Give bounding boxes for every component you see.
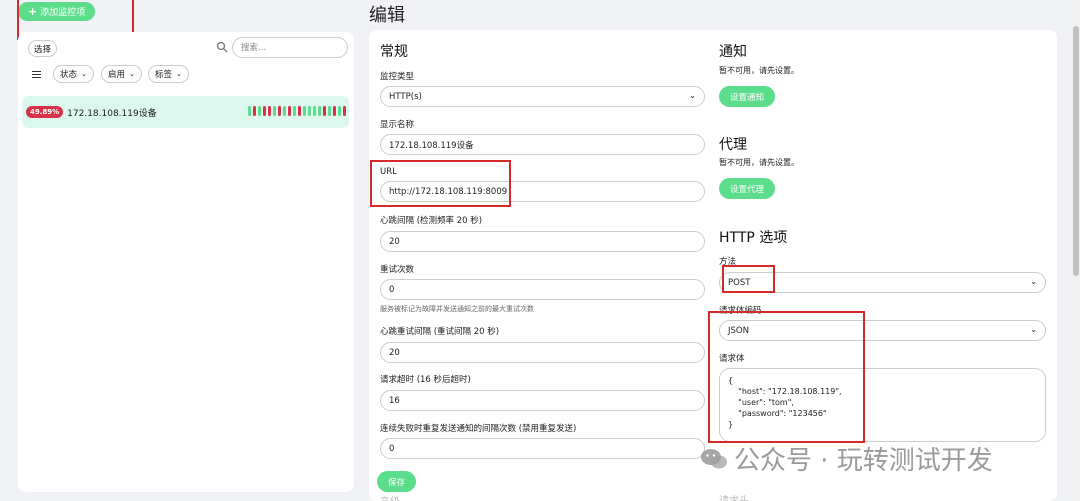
heartbeat-interval-label: 心跳间隔 (检测频率 20 秒): [380, 216, 483, 226]
body-line: "password": "123456": [728, 409, 827, 418]
timeout-label: 请求超时 (16 秒后超时): [380, 375, 471, 385]
wechat-icon: [701, 448, 727, 468]
heartbeat-up: [313, 106, 316, 116]
method-select[interactable]: POST ⌄: [719, 272, 1046, 293]
setup-notification-button[interactable]: 设置通知: [719, 86, 776, 107]
retry-interval-label: 心跳重试间隔 (重试间隔 20 秒): [380, 327, 500, 337]
monitor-name: 172.18.108.119设备: [67, 108, 157, 119]
select-button[interactable]: 选择: [28, 40, 58, 57]
page-scrollbar[interactable]: [1072, 0, 1080, 501]
http-options-title: HTTP 选项: [719, 230, 788, 246]
chevron-down-icon: ⌄: [1030, 325, 1037, 334]
filter-active[interactable]: 启用 ⌄: [101, 65, 142, 83]
body-line: "user": "tom",: [728, 398, 794, 407]
heartbeat-down: [278, 106, 281, 116]
retry-interval-input[interactable]: 20: [380, 342, 705, 363]
filter-tags[interactable]: 标签 ⌄: [148, 65, 189, 83]
heartbeat-up: [248, 106, 251, 116]
chevron-down-icon: ⌄: [689, 91, 696, 100]
body-line: }: [728, 420, 734, 429]
chevron-down-icon: ⌄: [176, 70, 182, 78]
advanced-section-title: 高级: [380, 493, 400, 501]
scrollbar-thumb[interactable]: [1073, 26, 1079, 276]
heartbeat-down: [268, 106, 271, 116]
heartbeat-up: [293, 106, 296, 116]
retries-input[interactable]: 0: [380, 279, 705, 300]
heartbeat-up: [283, 106, 286, 116]
body-textarea[interactable]: { "host": "172.18.108.119", "user": "tom…: [719, 368, 1046, 442]
monitor-type-value: HTTP(s): [389, 91, 422, 102]
retries-hint: 服务被标记为故障并发送通知之前的最大重试次数: [380, 305, 534, 313]
add-monitor-button[interactable]: + 添加监控项: [18, 2, 96, 21]
heartbeat-up: [318, 106, 321, 116]
chevron-down-icon: ⌄: [81, 70, 87, 78]
proxy-note: 暂不可用，请先设置。: [719, 158, 799, 167]
heartbeat-down: [298, 106, 301, 116]
add-monitor-label: 添加监控项: [40, 8, 86, 18]
general-section-title: 常规: [380, 44, 408, 60]
method-value: POST: [728, 277, 751, 288]
headers-label: 请求头: [719, 492, 749, 501]
heartbeat-down: [288, 106, 291, 116]
heartbeat-up: [273, 106, 276, 116]
filter-active-label: 启用: [108, 70, 126, 80]
notification-section-title: 通知: [719, 44, 747, 60]
heartbeat-up: [328, 106, 331, 116]
resend-interval-label: 连续失败时重复发送通知的间隔次数 (禁用重复发送): [380, 424, 577, 434]
heartbeat-down: [253, 106, 256, 116]
body-encoding-select[interactable]: JSON ⌄: [719, 320, 1046, 341]
method-label: 方法: [719, 257, 737, 267]
plus-icon: +: [28, 5, 38, 18]
save-button[interactable]: 保存: [377, 471, 417, 492]
body-label: 请求体: [719, 354, 745, 364]
monitor-list-panel: 选择 状态 ⌄ 启用 ⌄ 标签 ⌄ 49.89% 172.18.108.119设…: [18, 32, 354, 492]
setup-proxy-button[interactable]: 设置代理: [719, 178, 776, 199]
display-name-input[interactable]: 172.18.108.119设备: [380, 134, 705, 155]
display-name-label: 显示名称: [380, 120, 415, 130]
page-title: 编辑: [369, 5, 405, 26]
chevron-down-icon: ⌄: [1030, 277, 1037, 286]
body-line: "host": "172.18.108.119",: [728, 387, 842, 396]
uptime-badge: 49.89%: [26, 106, 64, 118]
heartbeat-up: [308, 106, 311, 116]
proxy-section-title: 代理: [719, 137, 747, 153]
body-encoding-label: 请求体编码: [719, 306, 762, 316]
notification-note: 暂不可用，请先设置。: [719, 66, 799, 75]
watermark: 公众号 · 玩转测试开发: [700, 440, 993, 477]
heartbeat-interval-input[interactable]: 20: [380, 231, 705, 252]
body-encoding-value: JSON: [728, 325, 749, 336]
search-input[interactable]: [232, 37, 348, 58]
heartbeat-down: [333, 106, 336, 116]
watermark-text: 公众号 · 玩转测试开发: [734, 446, 993, 476]
url-input[interactable]: http://172.18.108.119:8009: [380, 181, 705, 202]
body-line: {: [728, 376, 734, 385]
heartbeat-down: [263, 106, 266, 116]
search-icon: [216, 41, 228, 53]
retries-label: 重试次数: [380, 265, 415, 275]
edit-form-panel: 常规 监控类型 HTTP(s) ⌄ 显示名称 172.18.108.119设备 …: [369, 30, 1057, 501]
resend-interval-input[interactable]: 0: [380, 438, 705, 459]
timeout-input[interactable]: 16: [380, 390, 705, 411]
filter-status-label: 状态: [60, 70, 78, 80]
heartbeat-down: [323, 106, 326, 116]
heartbeat-bar: [248, 106, 346, 116]
monitor-type-label: 监控类型: [380, 72, 415, 82]
monitor-type-select[interactable]: HTTP(s) ⌄: [380, 86, 705, 107]
chevron-down-icon: ⌄: [129, 70, 135, 78]
filter-status[interactable]: 状态 ⌄: [53, 65, 94, 83]
heartbeat-up: [258, 106, 261, 116]
monitor-list-item[interactable]: 49.89% 172.18.108.119设备: [22, 96, 349, 128]
filter-tags-label: 标签: [155, 70, 173, 80]
url-label: URL: [380, 167, 397, 177]
menu-icon[interactable]: [32, 69, 41, 80]
heartbeat-up: [338, 106, 341, 116]
heartbeat-up: [303, 106, 306, 116]
heartbeat-down: [343, 106, 346, 116]
